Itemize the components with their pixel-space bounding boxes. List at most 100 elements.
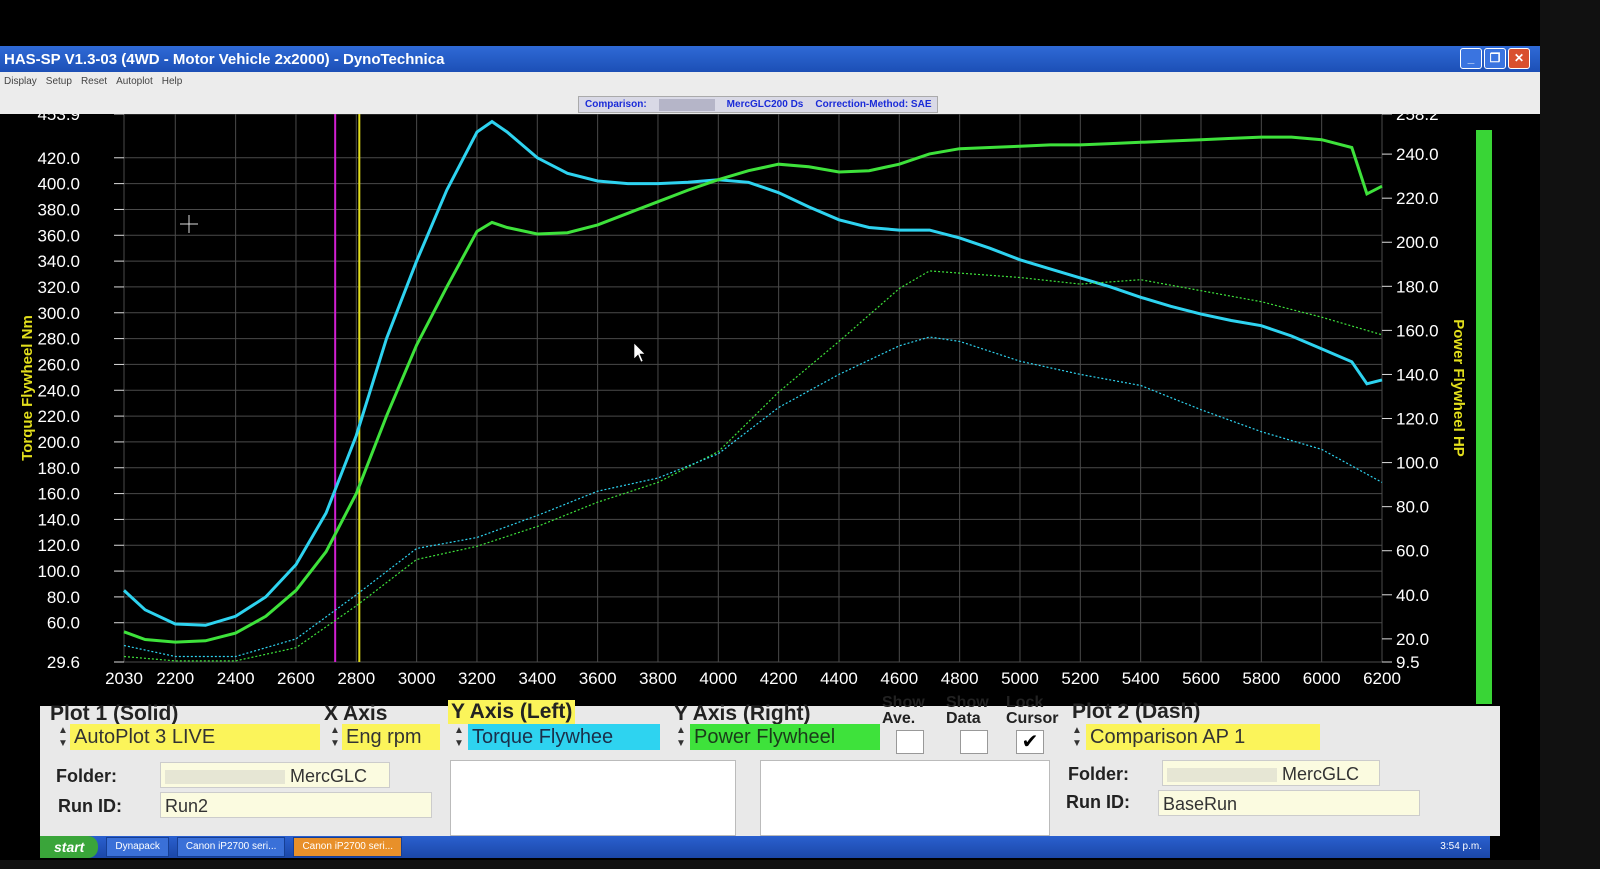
folder1-blurred [165,770,285,785]
plot1-select[interactable]: AutoPlot 3 LIVE [70,724,320,750]
taskbar: start Dynapack Canon iP2700 seri... Cano… [40,836,1490,858]
y-right-label: Y Axis (Right) [674,702,811,725]
comparison-label: Comparison: [585,99,647,110]
window-controls: _ ❐ ✕ [1460,48,1530,69]
x-tick-label: 4600 [880,669,918,688]
data-label: Data [946,710,981,727]
y-left-tick-label: 240.0 [37,381,80,400]
plot2-notes-box [760,760,1050,836]
title-bar[interactable]: HAS-SP V1.3-03 (4WD - Motor Vehicle 2x20… [0,46,1540,72]
x-tick-label: 4200 [760,669,798,688]
x-tick-label: 5800 [1242,669,1280,688]
menu-item-autoplot[interactable]: Autoplot [116,76,153,87]
y-left-tick-label: 420.0 [37,149,80,168]
y-left-select[interactable]: Torque Flywhee [468,724,660,750]
folder1-value: MercGLC [290,766,368,786]
y-left-tick-label: 280.0 [37,330,80,349]
x-tick-label: 3600 [579,669,617,688]
y-right-tick-label: 20.0 [1396,630,1429,649]
y-right-tick-label: 160.0 [1396,321,1439,340]
comparison-blurred-text [658,98,715,111]
window-title: HAS-SP V1.3-03 (4WD - Motor Vehicle 2x20… [4,50,445,68]
y-left-tick-label: 320.0 [37,278,80,297]
x-tick-label: 4400 [820,669,858,688]
dyno-chart-svg[interactable]: 2030 2200 2400 2600 2800 3000 3200 3400 3600 3800… [0,114,1520,706]
menu-item-help[interactable]: Help [162,76,183,87]
y-right-tick-label: 9.5 [1396,653,1420,672]
start-button[interactable]: start [40,836,99,858]
x-tick-label: 4000 [699,669,737,688]
folder2-field[interactable]: MercGLC [1162,760,1380,786]
x-tick-label: 5400 [1122,669,1160,688]
y-right-tick-label: 100.0 [1396,454,1439,473]
y-right-axis-label: Power Flywheel HP [1450,319,1467,457]
maximize-button[interactable]: ❐ [1484,48,1506,69]
task-canon-1[interactable]: Canon iP2700 seri... [176,837,286,857]
y-right-tick-label: 120.0 [1396,410,1439,429]
plot2-spinner[interactable]: ▲ ▼ [1070,724,1084,750]
folder2-value: MercGLC [1282,764,1360,784]
menu-item-reset[interactable]: Reset [81,76,107,87]
plot2-select[interactable]: Comparison AP 1 [1086,724,1320,750]
dyno-window: HAS-SP V1.3-03 (4WD - Motor Vehicle 2x20… [0,0,1540,860]
runid1-field[interactable]: Run2 [160,792,432,818]
comparison-value: MercGLC200 Ds [726,99,804,110]
runid1-label: Run ID: [58,796,122,816]
x-tick-label: 3800 [639,669,677,688]
menu-bar: Display Setup Reset Autoplot Help [0,72,1540,90]
lock-cursor-checkbox[interactable]: ✔ [1016,730,1044,754]
x-tick-label: 5000 [1001,669,1039,688]
x-tick-label: 5200 [1061,669,1099,688]
x-axis-spinner[interactable]: ▲ ▼ [328,724,342,750]
x-tick-label: 2600 [277,669,315,688]
x-axis-label: X Axis [324,702,388,725]
dyno-chart[interactable]: 2030 2200 2400 2600 2800 3000 3200 3400 3600 3800… [0,114,1520,706]
y-right-tick-label: 140.0 [1396,365,1439,384]
x-axis-select[interactable]: Eng rpm [342,724,440,750]
menu-item-display[interactable]: Display [4,76,37,87]
y-right-tick-label: 40.0 [1396,586,1429,605]
y-right-tick-label: 60.0 [1396,542,1429,561]
x-tick-label: 4800 [941,669,979,688]
y-right-select[interactable]: Power Flywheel [690,724,880,750]
right-axis-stripe [1476,130,1492,704]
task-canon-2[interactable]: Canon iP2700 seri... [293,837,403,857]
y-right-tick-label: 220.0 [1396,189,1439,208]
y-left-tick-label: 220.0 [37,407,80,426]
task-dynapack[interactable]: Dynapack [106,837,169,857]
y-left-tick-label: 140.0 [37,510,80,529]
y-left-tick-label: 360.0 [37,226,80,245]
plot1-label: Plot 1 (Solid) [50,702,179,725]
y-right-tick-label: 180.0 [1396,277,1439,296]
x-tick-label: 3200 [458,669,496,688]
show-data-checkbox[interactable] [960,730,988,754]
y-left-tick-label: 340.0 [37,252,80,271]
close-button[interactable]: ✕ [1508,48,1530,69]
minimize-button[interactable]: _ [1460,48,1482,69]
folder1-field[interactable]: MercGLC [160,762,390,788]
x-tick-label: 2030 [105,669,143,688]
plot1-spinner[interactable]: ▲ ▼ [56,724,70,750]
y-left-tick-label: 160.0 [37,485,80,504]
y-right-tick-label: 240.0 [1396,145,1439,164]
runid2-field[interactable]: BaseRun [1158,790,1420,816]
y-left-spinner[interactable]: ▲ ▼ [452,724,466,750]
folder1-label: Folder: [56,766,117,786]
folder2-blurred [1167,768,1277,783]
y-right-tick-label: 200.0 [1396,233,1439,252]
cursor-label: Cursor [1006,710,1059,727]
control-panel: Plot 1 (Solid) ▲ ▼ AutoPlot 3 LIVE X Axis… [40,694,1500,836]
comparison-strip: Comparison: MercGLC200 Ds Correction-Met… [578,96,939,113]
menu-item-setup[interactable]: Setup [46,76,72,87]
y-left-tick-label: 200.0 [37,433,80,452]
y-left-label: Y Axis (Left) [448,700,576,724]
y-left-tick-label: 300.0 [37,304,80,323]
x-tick-label: 5600 [1182,669,1220,688]
show-ave-checkbox[interactable] [896,730,924,754]
x-tick-label: 2400 [217,669,255,688]
runid2-label: Run ID: [1066,792,1130,812]
y-right-spinner[interactable]: ▲ ▼ [674,724,688,750]
x-tick-label: 2200 [156,669,194,688]
y-left-axis-label: Torque Flywheel Nm [19,315,36,461]
x-tick-label: 2800 [337,669,375,688]
